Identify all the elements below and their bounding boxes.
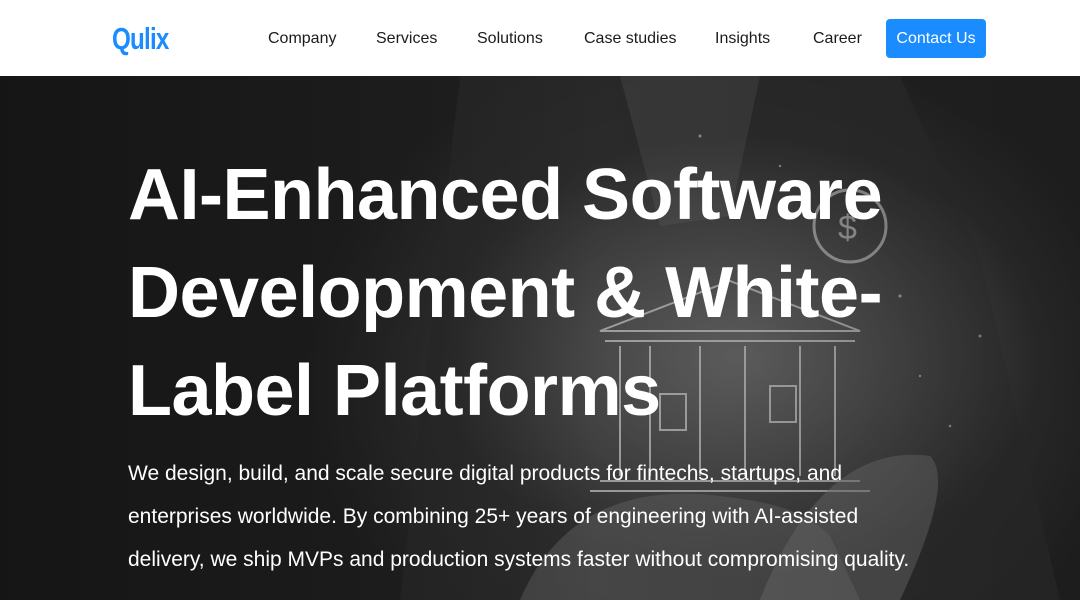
hero-title-line: AI-Enhanced Software — [128, 155, 883, 235]
qulix-logo[interactable]: Qulix — [112, 20, 169, 58]
hero-title-line: Development & White- — [128, 253, 883, 333]
nav-career[interactable]: Career — [813, 28, 862, 50]
hero-section: $ AI-Enhanced Software — [0, 76, 1080, 600]
hero-description-line: enterprises worldwide. By combining 25+ … — [128, 505, 859, 528]
nav-company[interactable]: Company — [268, 28, 336, 50]
hero-title: AI-Enhanced Software Development & White… — [128, 146, 988, 440]
site-header: Qulix Company Services Solutions Case st… — [0, 0, 1080, 76]
nav-insights[interactable]: Insights — [715, 28, 770, 50]
nav-solutions[interactable]: Solutions — [477, 28, 543, 50]
hero-title-line: Label Platforms — [128, 351, 661, 431]
contact-us-button[interactable]: Contact Us — [886, 19, 986, 58]
hero-description: We design, build, and scale secure digit… — [128, 452, 1028, 581]
hero-description-line: delivery, we ship MVPs and production sy… — [128, 548, 910, 571]
hero-description-line: We design, build, and scale secure digit… — [128, 462, 843, 485]
nav-case-studies[interactable]: Case studies — [584, 28, 677, 50]
nav-services[interactable]: Services — [376, 28, 437, 50]
